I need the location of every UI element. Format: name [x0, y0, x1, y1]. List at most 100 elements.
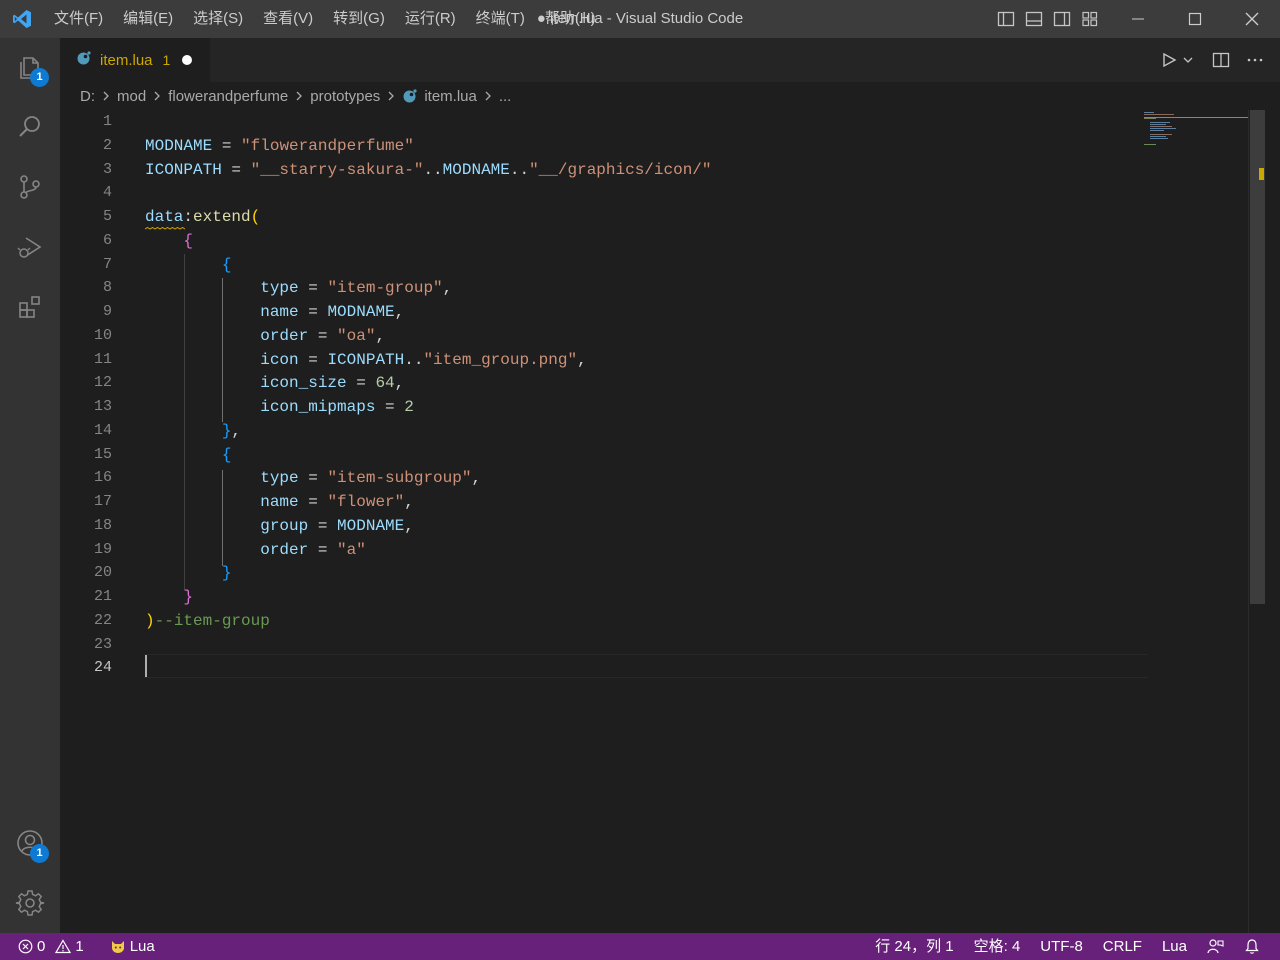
warning-squiggle — [145, 227, 185, 230]
vertical-scrollbar[interactable] — [1248, 110, 1265, 933]
indentation[interactable]: 空格: 4 — [964, 933, 1031, 960]
code-token: , — [375, 326, 386, 345]
code-token: icon — [260, 350, 299, 369]
code-line: )--item-group — [145, 609, 270, 633]
toggle-panel-icon[interactable] — [1024, 9, 1044, 29]
code-token: = — [375, 398, 405, 416]
menu-item-2[interactable]: 选择(S) — [183, 0, 253, 38]
code-token: MODNAME — [337, 516, 405, 535]
unsaved-dot-icon[interactable] — [182, 55, 193, 65]
code-token: , — [404, 516, 414, 535]
source-control-icon[interactable] — [0, 158, 60, 216]
breadcrumb-file[interactable]: item.lua — [424, 88, 477, 105]
code-line: icon = ICONPATH.."item_group.png", — [145, 348, 587, 372]
breadcrumb-mod[interactable]: mod — [117, 88, 146, 105]
lua-server-status[interactable]: Lua — [100, 933, 165, 960]
line-number: 23 — [93, 635, 112, 653]
line-number: 3 — [102, 160, 112, 178]
split-editor-icon[interactable] — [1212, 49, 1230, 71]
extensions-icon[interactable] — [0, 278, 60, 336]
menu-item-3[interactable]: 查看(V) — [253, 0, 323, 38]
code-token: icon_size — [260, 374, 347, 393]
code-token: , — [577, 350, 587, 369]
accounts-icon[interactable]: 1 — [0, 814, 60, 872]
minimize-icon[interactable] — [1109, 0, 1166, 38]
window-title: ● item.lua - Visual Studio Code — [536, 10, 744, 27]
line-number: 9 — [102, 303, 112, 320]
scrollbar-thumb[interactable] — [1250, 110, 1265, 604]
breadcrumb-flowerandperfume[interactable]: flowerandperfume — [168, 88, 288, 105]
breadcrumb-symbols[interactable]: ... — [499, 88, 512, 105]
menu-item-5[interactable]: 运行(R) — [395, 0, 466, 38]
code-token: type — [260, 279, 299, 298]
line-number: 17 — [93, 493, 112, 510]
code-token: , — [394, 303, 405, 321]
code-token: , — [471, 469, 482, 488]
code-token: "__starry-sakura-" — [250, 160, 424, 179]
line-number: 22 — [93, 611, 112, 629]
encoding[interactable]: UTF-8 — [1030, 933, 1093, 960]
chevron-right-icon — [386, 90, 396, 102]
feedback-icon[interactable] — [1197, 933, 1234, 960]
menu-item-1[interactable]: 编辑(E) — [113, 0, 183, 38]
menu-item-0[interactable]: 文件(F) — [44, 0, 113, 38]
menu-item-6[interactable]: 终端(T) — [466, 0, 535, 38]
notifications-bell-icon[interactable] — [1234, 933, 1270, 960]
customize-layout-icon[interactable] — [1080, 9, 1100, 29]
problems-status[interactable]: 0 1 — [12, 933, 90, 960]
breadcrumb-drive[interactable]: D: — [80, 88, 95, 105]
line-number: 11 — [93, 350, 112, 368]
toggle-secondary-sidebar-icon[interactable] — [1052, 9, 1072, 29]
code-token: ICONPATH — [145, 160, 222, 179]
code-line: group = MODNAME, — [145, 514, 414, 538]
chevron-right-icon — [101, 90, 111, 102]
tab-bar: item.lua 1 — [60, 38, 1280, 82]
code-token: 64 — [375, 374, 395, 393]
chevron-down-icon[interactable] — [1182, 49, 1194, 71]
line-number: 1 — [102, 113, 112, 130]
code-token: .. — [509, 160, 530, 179]
code-token: = — [298, 493, 328, 511]
menu-item-4[interactable]: 转到(G) — [323, 0, 395, 38]
code-token: ) — [145, 611, 155, 630]
code-token: = — [298, 279, 328, 298]
code-token: = — [298, 303, 328, 321]
cat-face-icon — [110, 939, 126, 954]
editor-actions — [1160, 38, 1264, 82]
window-controls — [1109, 0, 1280, 38]
line-number: 2 — [102, 136, 112, 154]
code-line: { — [145, 253, 232, 277]
breadcrumb-prototypes[interactable]: prototypes — [310, 88, 380, 105]
more-actions-icon[interactable] — [1246, 49, 1264, 71]
gear-icon[interactable] — [0, 874, 60, 932]
search-icon[interactable] — [0, 98, 60, 156]
code-line: } — [145, 585, 193, 609]
language-mode[interactable]: Lua — [1152, 933, 1197, 960]
status-bar-right: 行 24，列 1 空格: 4 UTF-8 CRLF Lua — [865, 933, 1270, 960]
close-icon[interactable] — [1223, 0, 1280, 38]
tab-item-lua[interactable]: item.lua 1 — [60, 38, 210, 82]
code-line: { — [145, 229, 193, 253]
line-number: 16 — [93, 469, 112, 487]
code-token: "flowerandperfume" — [241, 136, 414, 155]
code-editor[interactable]: 1 2 3 4 5 6 7 8 9 10 11 12 13 14 15 16 17 18 19 20 21 22 23 24 … — [60, 110, 1265, 933]
run-file-icon[interactable] — [1160, 49, 1178, 71]
toggle-primary-sidebar-icon[interactable] — [996, 9, 1016, 29]
run-debug-icon[interactable] — [0, 218, 60, 276]
cursor-position[interactable]: 行 24，列 1 — [865, 933, 963, 960]
minimap[interactable] — [1142, 110, 1248, 933]
line-ending[interactable]: CRLF — [1093, 933, 1152, 960]
code-token: = — [298, 350, 328, 369]
explorer-icon[interactable]: 1 — [0, 38, 60, 96]
breadcrumb: D: mod flowerandperfume prototypes item.… — [60, 82, 1280, 110]
code-token: { — [221, 445, 232, 464]
maximize-icon[interactable] — [1166, 0, 1223, 38]
